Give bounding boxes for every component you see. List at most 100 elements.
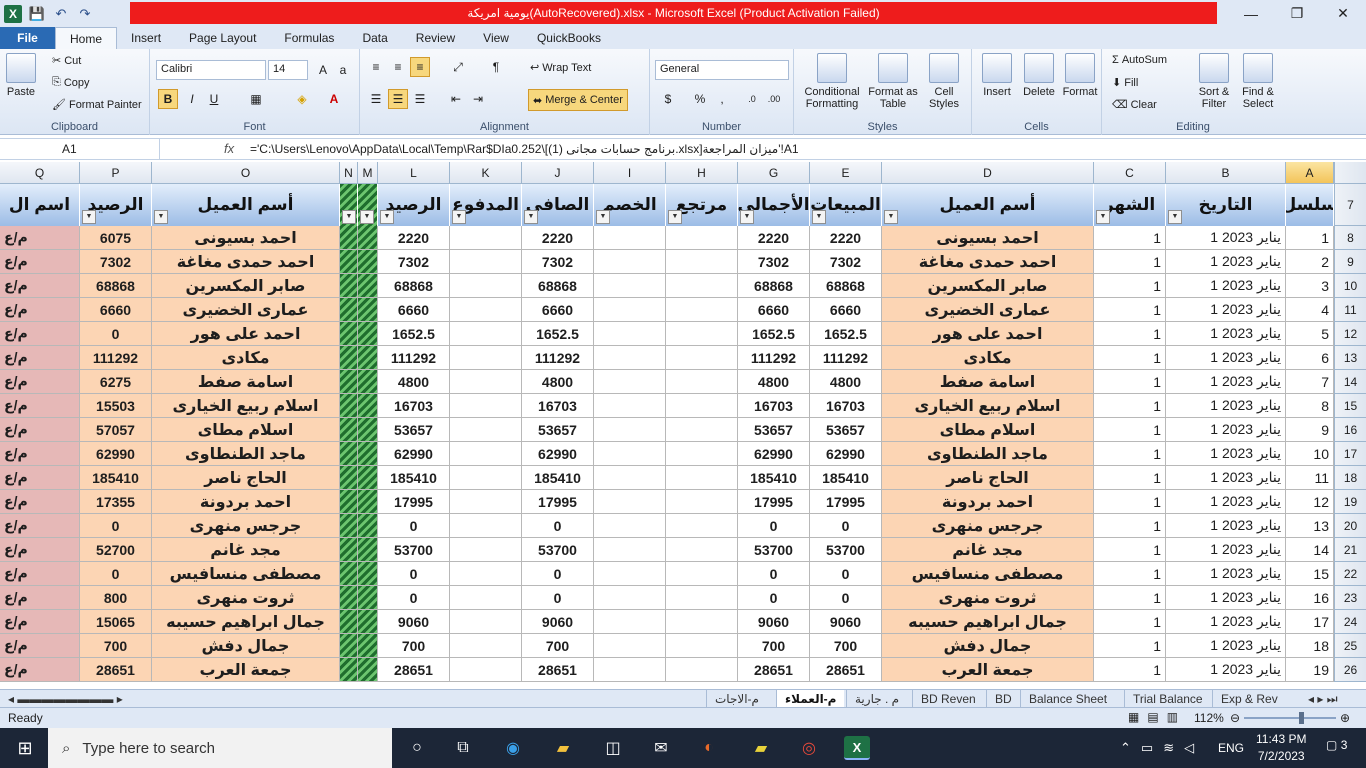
cell-balance-2[interactable]: 62990 <box>80 442 152 466</box>
grow-font-button[interactable]: A <box>313 60 333 80</box>
cell-balance[interactable]: 68868 <box>378 274 450 298</box>
format-painter-button[interactable]: 🖌 Format Painter <box>52 98 142 112</box>
cell-serial[interactable]: 6 <box>1286 346 1334 370</box>
cell-customer-2[interactable]: صابر المكسرين <box>152 274 340 298</box>
cell-month[interactable]: 1 <box>1094 514 1166 538</box>
cell-balance-2[interactable]: 800 <box>80 586 152 610</box>
cell-balance[interactable]: 16703 <box>378 394 450 418</box>
row-header[interactable]: 25 <box>1334 634 1366 658</box>
cell-discount[interactable] <box>594 226 666 250</box>
cell-sales[interactable]: 4800 <box>810 370 882 394</box>
cell-paid[interactable] <box>450 226 522 250</box>
cell-type[interactable]: م/ع <box>0 586 80 610</box>
cell-date[interactable]: 1 يناير 2023 <box>1166 442 1286 466</box>
filter-dropdown-icon[interactable]: ▼ <box>740 210 754 224</box>
cell-discount[interactable] <box>594 442 666 466</box>
cell-type[interactable]: م/ع <box>0 442 80 466</box>
cell-month[interactable]: 1 <box>1094 466 1166 490</box>
cell-net[interactable]: 9060 <box>522 610 594 634</box>
sheet-tab-exp-rev[interactable]: Exp & Rev <box>1212 690 1286 708</box>
row-header[interactable]: 13 <box>1334 346 1366 370</box>
cell-paid[interactable] <box>450 322 522 346</box>
cell-discount[interactable] <box>594 634 666 658</box>
cell-returns[interactable] <box>666 538 738 562</box>
cell-returns[interactable] <box>666 586 738 610</box>
cell-discount[interactable] <box>594 322 666 346</box>
cell-month[interactable]: 1 <box>1094 298 1166 322</box>
cell-date[interactable]: 1 يناير 2023 <box>1166 610 1286 634</box>
shrink-font-button[interactable]: a <box>333 60 353 80</box>
cell-balance-2[interactable]: 0 <box>80 514 152 538</box>
cell-customer[interactable]: اسلام مطاى <box>882 418 1094 442</box>
cell-sales[interactable]: 53700 <box>810 538 882 562</box>
zoom-in-icon[interactable]: ⊕ <box>1340 711 1350 725</box>
cell-m[interactable] <box>358 490 378 514</box>
cell-balance-2[interactable]: 52700 <box>80 538 152 562</box>
cell-balance[interactable]: 1652.5 <box>378 322 450 346</box>
cell-balance-2[interactable]: 57057 <box>80 418 152 442</box>
cell-m[interactable] <box>358 562 378 586</box>
cell-n[interactable] <box>340 418 358 442</box>
cell-sales[interactable]: 185410 <box>810 466 882 490</box>
autosum-button[interactable]: Σ AutoSum <box>1112 54 1167 66</box>
cell-m[interactable] <box>358 538 378 562</box>
column-header-i[interactable]: I <box>594 162 666 184</box>
cell-returns[interactable] <box>666 490 738 514</box>
cell-n[interactable] <box>340 490 358 514</box>
cell-customer-2[interactable]: ثروت منهرى <box>152 586 340 610</box>
cell-type[interactable]: م/ع <box>0 370 80 394</box>
cell-serial[interactable]: 5 <box>1286 322 1334 346</box>
number-format-select[interactable]: General <box>655 60 789 80</box>
row-header[interactable]: 22 <box>1334 562 1366 586</box>
cell-type[interactable]: م/ع <box>0 250 80 274</box>
cell-returns[interactable] <box>666 562 738 586</box>
mail-icon[interactable]: ✉ <box>648 736 674 760</box>
cell-month[interactable]: 1 <box>1094 418 1166 442</box>
align-center-icon[interactable]: ☰ <box>388 89 408 109</box>
cell-date[interactable]: 1 يناير 2023 <box>1166 394 1286 418</box>
cell-m[interactable] <box>358 250 378 274</box>
cell-total[interactable]: 53700 <box>738 538 810 562</box>
cell-date[interactable]: 1 يناير 2023 <box>1166 418 1286 442</box>
cell-net[interactable]: 6660 <box>522 298 594 322</box>
cell-month[interactable]: 1 <box>1094 658 1166 682</box>
cell-date[interactable]: 1 يناير 2023 <box>1166 346 1286 370</box>
row-header[interactable]: 18 <box>1334 466 1366 490</box>
filter-dropdown-icon[interactable]: ▼ <box>360 210 374 224</box>
cell-paid[interactable] <box>450 466 522 490</box>
cell-m[interactable] <box>358 346 378 370</box>
cell-customer-2[interactable]: احمد بسيونى <box>152 226 340 250</box>
cell-customer-2[interactable]: احمد حمدى مغاغة <box>152 250 340 274</box>
cell-sales[interactable]: 0 <box>810 514 882 538</box>
excel-logo-icon[interactable]: X <box>4 4 22 23</box>
cell-date[interactable]: 1 يناير 2023 <box>1166 466 1286 490</box>
align-top-icon[interactable]: ≡ <box>366 57 386 77</box>
cell-month[interactable]: 1 <box>1094 634 1166 658</box>
formula-input[interactable]: ='C:\Users\Lenovo\AppData\Local\Temp\Rar… <box>250 142 799 156</box>
cell-serial[interactable]: 10 <box>1286 442 1334 466</box>
comma-button[interactable]: , <box>712 89 732 109</box>
filter-dropdown-icon[interactable]: ▼ <box>596 210 610 224</box>
cell-month[interactable]: 1 <box>1094 250 1166 274</box>
cell-month[interactable]: 1 <box>1094 490 1166 514</box>
cell-sales[interactable]: 0 <box>810 562 882 586</box>
cell-returns[interactable] <box>666 658 738 682</box>
fill-color-icon[interactable]: ◈ <box>292 89 312 109</box>
column-header-p[interactable]: P <box>80 162 152 184</box>
align-left-icon[interactable]: ☰ <box>366 89 386 109</box>
worksheet-grid[interactable]: A B C D E G H I J K L M N O P Q 7 سلسل ا… <box>0 162 1366 689</box>
cell-serial[interactable]: 3 <box>1286 274 1334 298</box>
cell-customer[interactable]: جمال ابراهيم حسيبه <box>882 610 1094 634</box>
cell-serial[interactable]: 17 <box>1286 610 1334 634</box>
text-direction-icon[interactable]: ¶ <box>486 57 506 77</box>
page-layout-view-icon[interactable]: ▤ <box>1147 710 1158 724</box>
align-right-icon[interactable]: ☰ <box>410 89 430 109</box>
cell-total[interactable]: 6660 <box>738 298 810 322</box>
decrease-indent-icon[interactable]: ⇤ <box>446 89 466 109</box>
cell-type[interactable]: م/ع <box>0 514 80 538</box>
cell-n[interactable] <box>340 442 358 466</box>
cell-sales[interactable]: 9060 <box>810 610 882 634</box>
cell-paid[interactable] <box>450 250 522 274</box>
filter-dropdown-icon[interactable]: ▼ <box>668 210 682 224</box>
cell-m[interactable] <box>358 322 378 346</box>
